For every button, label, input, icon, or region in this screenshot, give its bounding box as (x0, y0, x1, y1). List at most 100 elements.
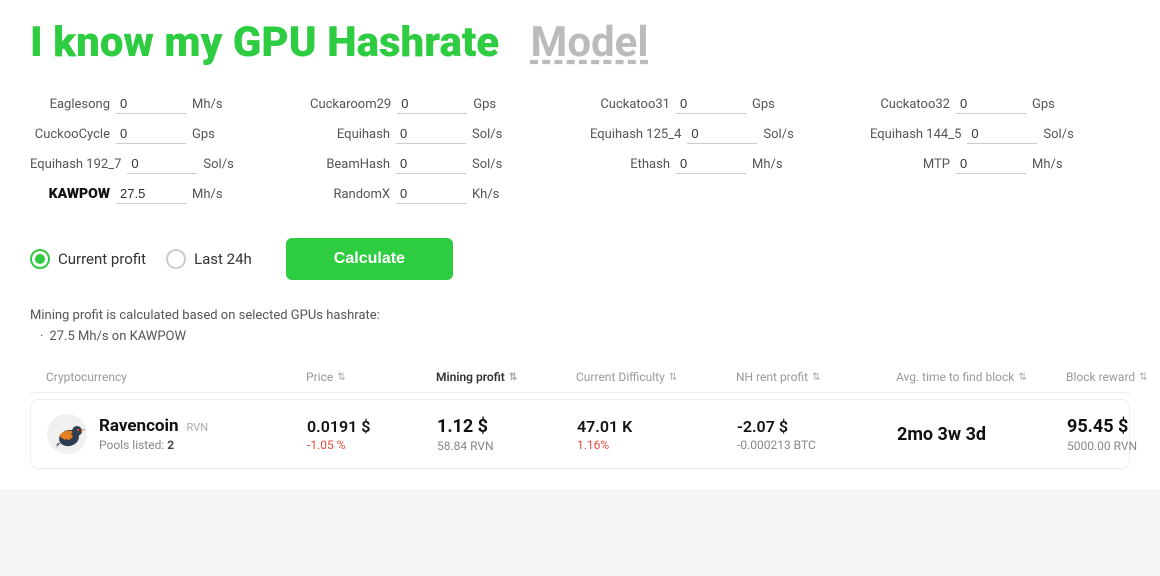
hashrate-item-equihash_192_7: Equihash 192_7 Sol/s (30, 154, 290, 174)
price-cell: 0.0191 $ -1.05 % (307, 417, 437, 452)
hashrate-unit: Sol/s (763, 127, 793, 142)
time-cell: 2mo 3w 3d (897, 424, 1067, 445)
time-main: 2mo 3w 3d (897, 424, 1067, 445)
hashrate-input[interactable] (116, 124, 186, 144)
price-main: 0.0191 $ (307, 417, 437, 436)
hashrate-unit: Kh/s (472, 187, 499, 202)
hashrate-unit: Gps (752, 97, 775, 112)
calculate-button[interactable]: Calculate (286, 238, 453, 280)
hashrate-label: BeamHash (310, 157, 390, 172)
nh-sub: -0.000213 BTC (737, 438, 897, 452)
hashrate-label: Equihash 192_7 (30, 157, 121, 172)
hashrate-input[interactable] (127, 154, 197, 174)
profit-sub: 58.84 RVN (437, 439, 577, 453)
sort-icon: ⇅ (337, 372, 345, 383)
hashrate-input[interactable] (396, 154, 466, 174)
table-header-cell[interactable]: Current Difficulty⇅ (576, 370, 736, 384)
hashrate-unit: Mh/s (1032, 157, 1063, 172)
header-label: Avg. time to find block (896, 370, 1014, 384)
coin-cell: Ravencoin RVN Pools listed: 2 (47, 414, 307, 454)
hashrate-item-kawpow: KAWPOW Mh/s (30, 184, 290, 204)
hashrate-label: KAWPOW (30, 186, 110, 202)
hashrate-unit: Gps (192, 127, 215, 142)
header-label: NH rent profit (736, 370, 808, 384)
hashrate-unit: Gps (1032, 97, 1055, 112)
sort-icon: ⇅ (509, 372, 517, 383)
hashrate-item-cuckaroom29: Cuckaroom29Gps (310, 94, 570, 114)
hashrate-label: Ethash (590, 157, 670, 172)
hashrate-unit: Mh/s (752, 157, 783, 172)
nh-main: -2.07 $ (737, 417, 897, 436)
table-header-cell[interactable]: Avg. time to find block⇅ (896, 370, 1066, 384)
hashrate-label: RandomX (310, 187, 390, 202)
hashrate-item-ethash: Ethash Mh/s (590, 154, 850, 174)
hashrate-unit: Sol/s (472, 157, 502, 172)
hashrate-item-beamhash: BeamHash Sol/s (310, 154, 570, 174)
hashrate-input[interactable] (116, 184, 186, 204)
controls-row: Current profit Last 24h Calculate (30, 228, 1130, 290)
hashrate-unit: Sol/s (1043, 127, 1073, 142)
coin-name-block: Ravencoin RVN Pools listed: 2 (99, 416, 208, 452)
hashrate-label: Equihash 125_4 (590, 127, 681, 142)
hashrate-input[interactable] (956, 94, 1026, 114)
price-change: -1.05 % (307, 438, 437, 452)
hashrate-item-eaglesong: Eaglesong Mh/s (30, 94, 290, 114)
hashrate-unit: Mh/s (192, 97, 223, 112)
hashrate-input[interactable] (687, 124, 757, 144)
sort-icon: ⇅ (1139, 372, 1147, 383)
hashrate-input[interactable] (397, 94, 467, 114)
hashrate-item-cuckoocycle: CuckooCycle Gps (30, 124, 290, 144)
radio-circle-2 (166, 249, 186, 269)
hashrate-input[interactable] (967, 124, 1037, 144)
hashrate-input[interactable] (676, 154, 746, 174)
diff-change: 1.16% (577, 438, 737, 452)
hashrate-summary: 27.5 Mh/s on KAWPOW (30, 329, 1130, 344)
table-header-cell[interactable]: Price⇅ (306, 370, 436, 384)
table-header-cell: Cryptocurrency (46, 370, 306, 384)
hashrate-unit: Sol/s (203, 157, 233, 172)
hashrate-input[interactable] (396, 124, 466, 144)
hashrate-item-empty (870, 184, 1130, 204)
coin-name: Ravencoin (99, 416, 179, 436)
hashrate-label: Equihash 144_5 (870, 127, 961, 142)
hashrate-label: Cuckatoo32 (870, 97, 950, 112)
header-label: Cryptocurrency (46, 370, 127, 384)
hashrate-item-equihash_125_4: Equihash 125_4 Sol/s (590, 124, 850, 144)
hashrate-input[interactable] (396, 184, 466, 204)
reward-cell: 95.45 $ 5000.00 RVN (1067, 416, 1160, 453)
hashrate-label: Eaglesong (30, 97, 110, 112)
hashrate-item-mtp: MTP Mh/s (870, 154, 1130, 174)
hashrate-item-equihash_144_5: Equihash 144_5 Sol/s (870, 124, 1130, 144)
sort-icon: ⇅ (669, 372, 677, 383)
hashrate-item-cuckatoo32: Cuckatoo32 Gps (870, 94, 1130, 114)
hashrate-item-empty (590, 184, 850, 204)
table-row: Ravencoin RVN Pools listed: 2 0.0191 $ -… (30, 399, 1130, 469)
coin-ticker: RVN (187, 421, 209, 434)
hashrate-input[interactable] (956, 154, 1026, 174)
reward-sub: 5000.00 RVN (1067, 439, 1160, 453)
hashrate-input[interactable] (676, 94, 746, 114)
reward-main: 95.45 $ (1067, 416, 1160, 437)
difficulty-cell: 47.01 K 1.16% (577, 417, 737, 452)
radio-circle-1 (30, 249, 50, 269)
info-text: Mining profit is calculated based on sel… (30, 308, 1130, 323)
hashrate-unit: Gps (473, 97, 496, 112)
hashrate-input[interactable] (116, 94, 186, 114)
hashrate-label: MTP (870, 157, 950, 172)
profit-main: 1.12 $ (437, 416, 577, 437)
hashrate-label: CuckooCycle (30, 127, 110, 142)
table-header-cell[interactable]: Mining profit⇅ (436, 370, 576, 384)
hashrate-unit: Mh/s (192, 187, 223, 202)
diff-main: 47.01 K (577, 417, 737, 436)
radio-current-profit[interactable]: Current profit (30, 249, 146, 269)
radio-last-24h[interactable]: Last 24h (166, 249, 252, 269)
hashrate-unit: Sol/s (472, 127, 502, 142)
pools-count: 2 (167, 438, 174, 452)
hashrate-grid: EaglesongMh/sCuckaroom29GpsCuckatoo31Gps… (30, 94, 1130, 204)
table-header-cell[interactable]: NH rent profit⇅ (736, 370, 896, 384)
hashrate-label: Equihash (310, 127, 390, 142)
table-header: Cryptocurrency Price⇅Mining profit⇅Curren… (30, 362, 1130, 393)
radio-label-1: Current profit (58, 250, 146, 268)
hashrate-item-randomx: RandomX Kh/s (310, 184, 570, 204)
table-header-cell[interactable]: Block reward⇅ (1066, 370, 1160, 384)
